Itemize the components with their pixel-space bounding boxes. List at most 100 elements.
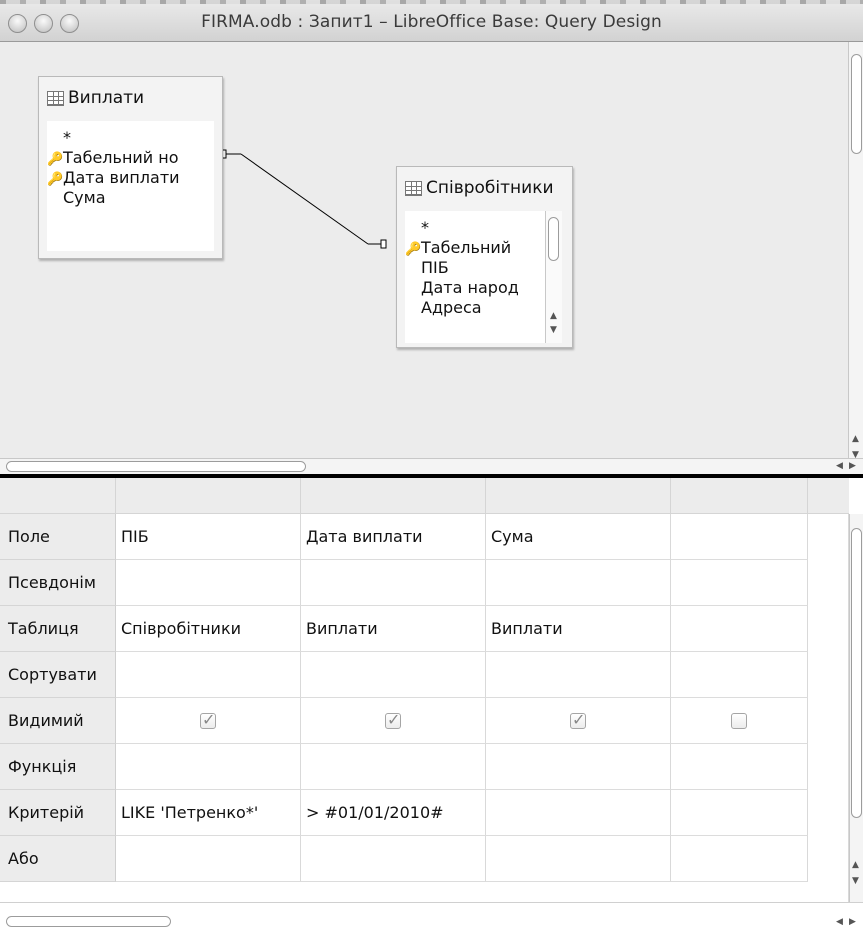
- field-list-scrollbar[interactable]: ▲ ▼: [545, 211, 562, 343]
- criterion-cell[interactable]: LIKE 'Петренко*': [116, 790, 301, 836]
- table-cell[interactable]: Виплати: [301, 606, 486, 652]
- field-cell[interactable]: ПІБ: [116, 514, 301, 560]
- visible-cell: [116, 698, 301, 744]
- empty-column-area[interactable]: [808, 514, 849, 882]
- row-label-alias: Псевдонім: [0, 560, 116, 606]
- function-cell[interactable]: [486, 744, 671, 790]
- table-name: Співробітники: [426, 178, 554, 198]
- or-cell[interactable]: [671, 836, 808, 882]
- column-header[interactable]: [671, 478, 808, 514]
- scroll-up-arrow[interactable]: ▲: [852, 434, 859, 444]
- alias-cell[interactable]: [301, 560, 486, 606]
- row-label-function: Функція: [0, 744, 116, 790]
- field-item[interactable]: Адреса: [405, 299, 482, 317]
- scroll-right-arrow[interactable]: ▶: [849, 461, 856, 471]
- row-label-visible: Видимий: [0, 698, 116, 744]
- visible-checkbox[interactable]: [731, 712, 747, 729]
- or-cell[interactable]: [301, 836, 486, 882]
- sort-cell[interactable]: [116, 652, 301, 698]
- design-horizontal-scrollbar[interactable]: ◀ ▶: [0, 458, 863, 474]
- criterion-cell[interactable]: [486, 790, 671, 836]
- column-header[interactable]: [116, 478, 301, 514]
- alias-cell[interactable]: [671, 560, 808, 606]
- design-vertical-scrollbar[interactable]: ▲ ▼: [848, 42, 863, 474]
- field-item[interactable]: 🔑Дата виплати: [47, 169, 180, 188]
- field-cell[interactable]: [671, 514, 808, 560]
- row-label-table: Таблиця: [0, 606, 116, 652]
- criterion-cell[interactable]: [671, 790, 808, 836]
- scroll-down-arrow[interactable]: ▼: [550, 325, 557, 335]
- table-cell[interactable]: [671, 606, 808, 652]
- key-icon: 🔑: [47, 152, 64, 167]
- grid-vertical-scrollbar[interactable]: ▲ ▼: [849, 514, 863, 902]
- scrollbar-thumb[interactable]: [548, 217, 559, 261]
- table-cell[interactable]: Співробітники: [116, 606, 301, 652]
- function-cell[interactable]: [671, 744, 808, 790]
- key-icon: 🔑: [47, 172, 64, 187]
- titlebar-stripe: [0, 0, 863, 4]
- function-cell[interactable]: [301, 744, 486, 790]
- column-header[interactable]: [0, 478, 116, 514]
- alias-cell[interactable]: [116, 560, 301, 606]
- or-cell[interactable]: [116, 836, 301, 882]
- window-title: FIRMA.odb : Запит1 – LibreOffice Base: Q…: [201, 12, 662, 32]
- table-header[interactable]: Виплати: [47, 85, 144, 111]
- table-icon: [47, 90, 64, 106]
- column-header[interactable]: [301, 478, 486, 514]
- visible-checkbox[interactable]: [200, 710, 216, 729]
- scroll-up-arrow[interactable]: ▲: [550, 311, 557, 321]
- table-window-vyplaty[interactable]: Виплати * 🔑Табельний но 🔑Дата виплати Су…: [38, 76, 223, 259]
- grid-bottom-space: [0, 882, 849, 902]
- field-item[interactable]: 🔑Табельний но: [47, 148, 179, 168]
- field-label: ПІБ: [421, 258, 449, 277]
- field-cell[interactable]: Дата виплати: [301, 514, 486, 560]
- visible-checkbox[interactable]: [570, 710, 586, 729]
- field-item[interactable]: *: [405, 219, 429, 237]
- field-item[interactable]: ПІБ: [405, 259, 449, 277]
- function-cell[interactable]: [116, 744, 301, 790]
- visible-cell: [486, 698, 671, 744]
- table-design-area[interactable]: Виплати * 🔑Табельний но 🔑Дата виплати Су…: [0, 42, 863, 475]
- field-label: Табельний но: [63, 148, 179, 167]
- field-label: *: [63, 128, 71, 147]
- scroll-up-arrow[interactable]: ▲: [852, 860, 859, 870]
- table-icon: [405, 180, 422, 196]
- table-window-spivrobitnyky[interactable]: Співробітники * 🔑Табельний ПІБ Дата наро…: [396, 166, 573, 348]
- scrollbar-thumb[interactable]: [851, 528, 862, 818]
- visible-checkbox[interactable]: [385, 710, 401, 729]
- table-cell[interactable]: Виплати: [486, 606, 671, 652]
- field-item[interactable]: 🔑Табельний: [405, 238, 512, 258]
- field-item[interactable]: Дата народ: [405, 279, 519, 297]
- scroll-left-arrow[interactable]: ◀: [836, 461, 843, 471]
- field-item[interactable]: *: [47, 129, 71, 147]
- window-titlebar: FIRMA.odb : Запит1 – LibreOffice Base: Q…: [0, 0, 863, 42]
- or-cell[interactable]: [486, 836, 671, 882]
- table-name: Виплати: [68, 88, 145, 108]
- sort-cell[interactable]: [671, 652, 808, 698]
- scroll-down-arrow[interactable]: ▼: [852, 876, 859, 886]
- key-icon: 🔑: [405, 242, 422, 257]
- field-list[interactable]: * 🔑Табельний ПІБ Дата народ Адреса: [405, 211, 545, 343]
- field-label: Табельний: [421, 238, 512, 257]
- scroll-right-arrow[interactable]: ▶: [849, 917, 856, 927]
- sort-cell[interactable]: [486, 652, 671, 698]
- alias-cell[interactable]: [486, 560, 671, 606]
- field-list[interactable]: * 🔑Табельний но 🔑Дата виплати Сума: [47, 121, 214, 251]
- query-design-grid[interactable]: Поле Псевдонім Таблиця Сортувати Видимий…: [0, 478, 863, 934]
- field-item[interactable]: Сума: [47, 189, 106, 207]
- row-label-sort: Сортувати: [0, 652, 116, 698]
- row-label-criterion: Критерій: [0, 790, 116, 836]
- table-header[interactable]: Співробітники: [405, 175, 573, 201]
- sort-cell[interactable]: [301, 652, 486, 698]
- scroll-left-arrow[interactable]: ◀: [836, 917, 843, 927]
- grid-horizontal-scrollbar[interactable]: ◀ ▶: [0, 902, 863, 934]
- column-header[interactable]: [486, 478, 671, 514]
- field-label: Адреса: [421, 298, 482, 317]
- scrollbar-thumb[interactable]: [6, 461, 306, 472]
- scrollbar-thumb[interactable]: [6, 916, 171, 927]
- scrollbar-thumb[interactable]: [851, 54, 862, 154]
- field-cell[interactable]: Сума: [486, 514, 671, 560]
- row-label-field: Поле: [0, 514, 116, 560]
- visible-cell: [671, 698, 808, 744]
- criterion-cell[interactable]: > #01/01/2010#: [301, 790, 486, 836]
